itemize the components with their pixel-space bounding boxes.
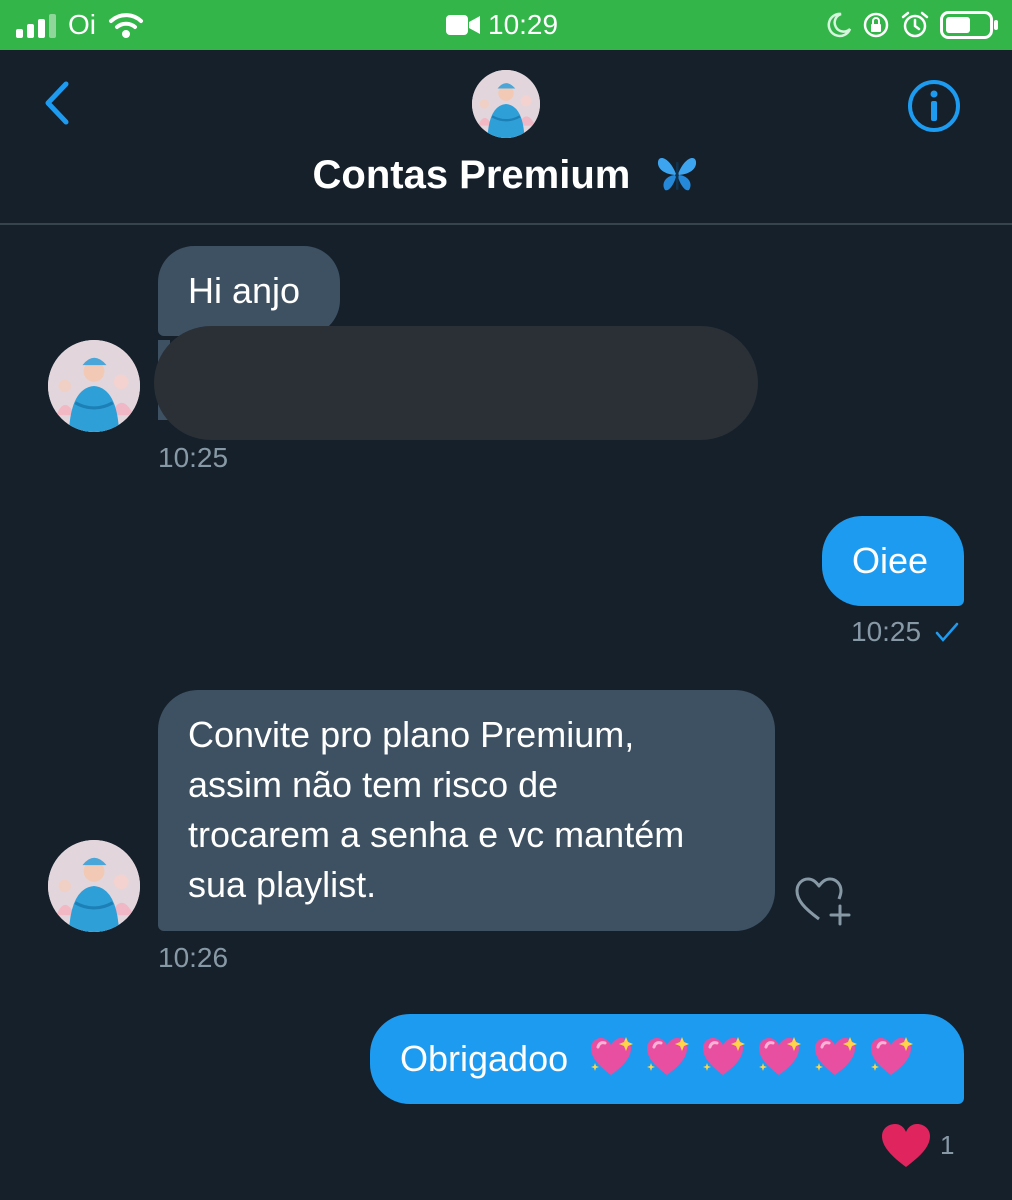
video-call-icon bbox=[446, 15, 480, 35]
message-line: assim não tem risco de bbox=[188, 764, 559, 805]
message-text: Hi anjo bbox=[188, 270, 301, 311]
clock: 10:29 bbox=[488, 9, 559, 40]
message-text: Obrigadoo bbox=[400, 1038, 569, 1079]
battery-icon bbox=[940, 11, 998, 39]
title-text: Contas Premium bbox=[312, 153, 631, 197]
signal-icon bbox=[16, 14, 56, 38]
heart-reaction-icon bbox=[882, 1124, 930, 1167]
sparkling-heart-icon bbox=[591, 1037, 634, 1075]
sparkling-heart-icon bbox=[759, 1037, 802, 1075]
add-reaction-icon[interactable] bbox=[794, 876, 854, 926]
outgoing-message-bubble[interactable]: Oiee bbox=[822, 516, 964, 606]
incoming-message-bubble[interactable]: Convite pro plano Premium, assim não tem… bbox=[158, 690, 775, 931]
outgoing-message-bubble[interactable]: Obrigadoo bbox=[370, 1014, 964, 1104]
reaction[interactable]: 1 bbox=[880, 1120, 970, 1170]
carrier-name: Oi bbox=[68, 9, 96, 40]
message-timestamp: 10:26 bbox=[158, 942, 229, 973]
header-divider bbox=[0, 223, 1012, 225]
message-timestamp: 10:25 bbox=[851, 616, 959, 648]
avatar-picture-icon bbox=[48, 840, 140, 932]
sparkling-heart-icon bbox=[871, 1037, 914, 1075]
sparkling-heart-icon bbox=[815, 1037, 858, 1075]
conversation-title[interactable]: Contas Premium bbox=[0, 153, 1012, 198]
rotation-lock-icon bbox=[863, 12, 889, 38]
avatar-picture-icon bbox=[48, 340, 140, 432]
sender-avatar[interactable] bbox=[48, 840, 140, 932]
alarm-icon bbox=[901, 11, 929, 38]
status-bar: Oi 10:29 bbox=[0, 0, 1012, 50]
sender-avatar[interactable] bbox=[48, 340, 140, 432]
message-timestamp: 10:25 bbox=[158, 442, 229, 473]
sparkling-heart-icon bbox=[703, 1037, 746, 1075]
header-avatar[interactable] bbox=[472, 70, 540, 138]
sparkling-hearts bbox=[588, 1035, 914, 1092]
message-text: Oiee bbox=[852, 540, 929, 581]
back-chevron-icon[interactable] bbox=[40, 80, 74, 126]
butterfly-icon bbox=[658, 158, 697, 191]
message-line: trocarem a senha e vc mantém bbox=[188, 814, 685, 855]
sent-check-icon bbox=[935, 622, 959, 642]
wifi-icon bbox=[109, 13, 143, 38]
moon-icon bbox=[827, 12, 852, 38]
timestamp-text: 10:25 bbox=[851, 616, 922, 647]
redacted-message-bubble[interactable] bbox=[154, 326, 758, 440]
incoming-message-bubble[interactable]: Hi anjo bbox=[158, 246, 340, 336]
avatar-picture-icon bbox=[472, 70, 540, 138]
info-icon[interactable] bbox=[906, 78, 962, 134]
message-line: sua playlist. bbox=[188, 864, 377, 905]
sparkling-heart-icon bbox=[647, 1037, 690, 1075]
message-line: Convite pro plano Premium, bbox=[188, 714, 635, 755]
reaction-count: 1 bbox=[940, 1130, 955, 1160]
